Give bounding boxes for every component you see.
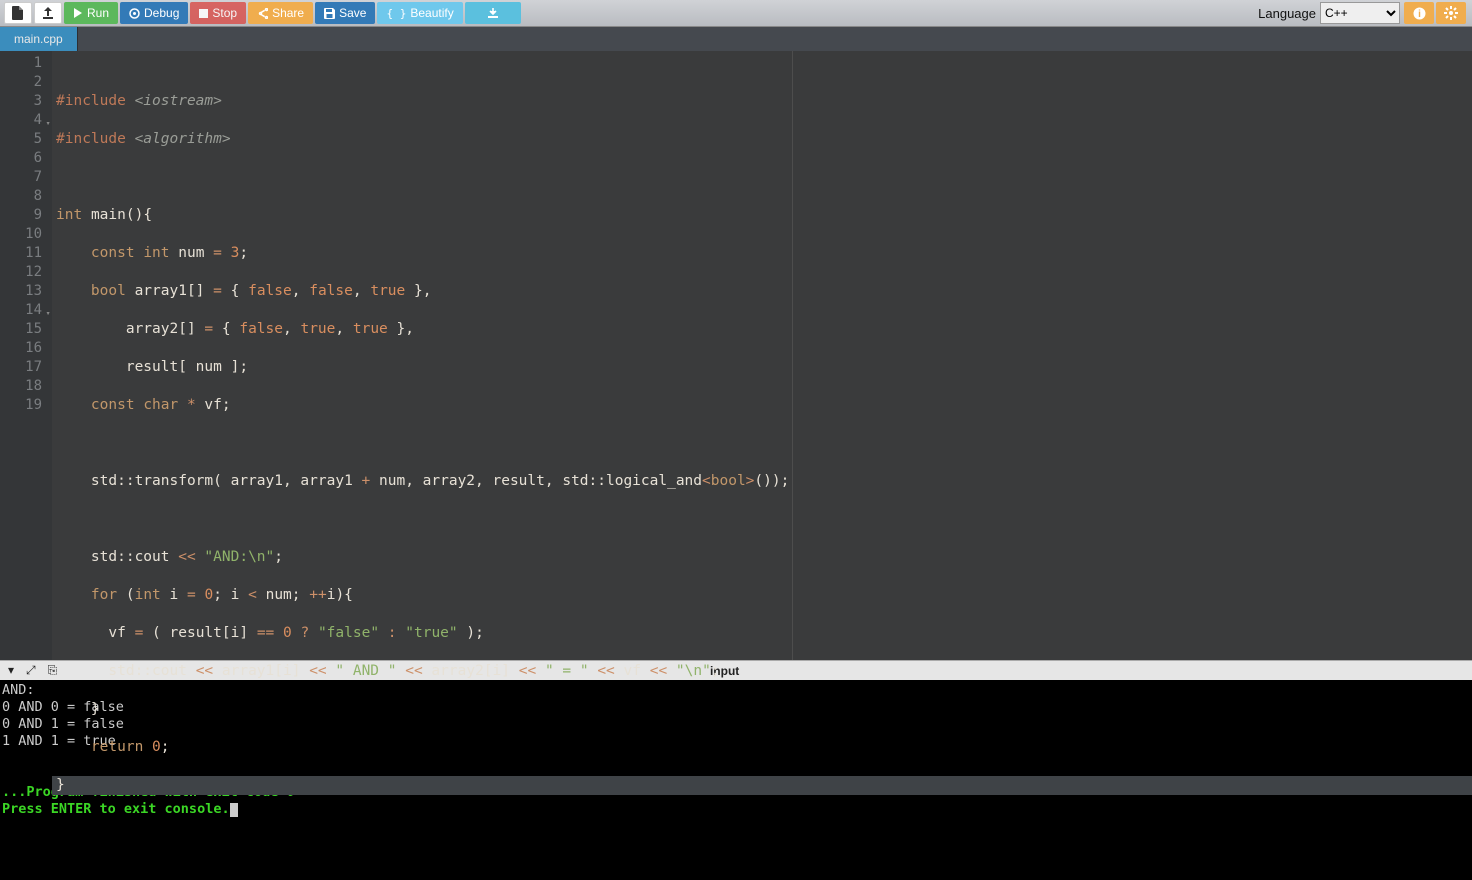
language-select[interactable]: C++	[1320, 2, 1400, 24]
beautify-button[interactable]: { }Beautify	[377, 2, 462, 24]
stop-button[interactable]: Stop	[190, 2, 246, 24]
run-button[interactable]: Run	[64, 2, 118, 24]
console-collapse-icon[interactable]: ▾	[8, 663, 14, 678]
language-label: Language	[1258, 6, 1316, 21]
upload-button[interactable]	[34, 2, 62, 24]
toolbar: Run Debug Stop Share Save { }Beautify La…	[0, 0, 1472, 27]
file-tab-main[interactable]: main.cpp	[0, 27, 78, 51]
tab-bar: main.cpp	[0, 27, 1472, 51]
svg-text:i: i	[1418, 9, 1421, 20]
share-button[interactable]: Share	[248, 2, 313, 24]
console-expand-icon[interactable]: ⤢	[26, 663, 36, 678]
debug-button[interactable]: Debug	[120, 2, 188, 24]
info-button[interactable]: i	[1404, 2, 1434, 24]
editor[interactable]: 12345678910111213141516171819 #include <…	[0, 51, 1472, 660]
new-file-button[interactable]	[4, 2, 32, 24]
save-button[interactable]: Save	[315, 2, 375, 24]
settings-button[interactable]	[1436, 2, 1466, 24]
print-margin	[792, 51, 793, 660]
code-area[interactable]: #include <iostream> #include <algorithm>…	[52, 51, 1472, 660]
download-button[interactable]	[465, 2, 521, 24]
gutter: 12345678910111213141516171819	[0, 51, 52, 660]
